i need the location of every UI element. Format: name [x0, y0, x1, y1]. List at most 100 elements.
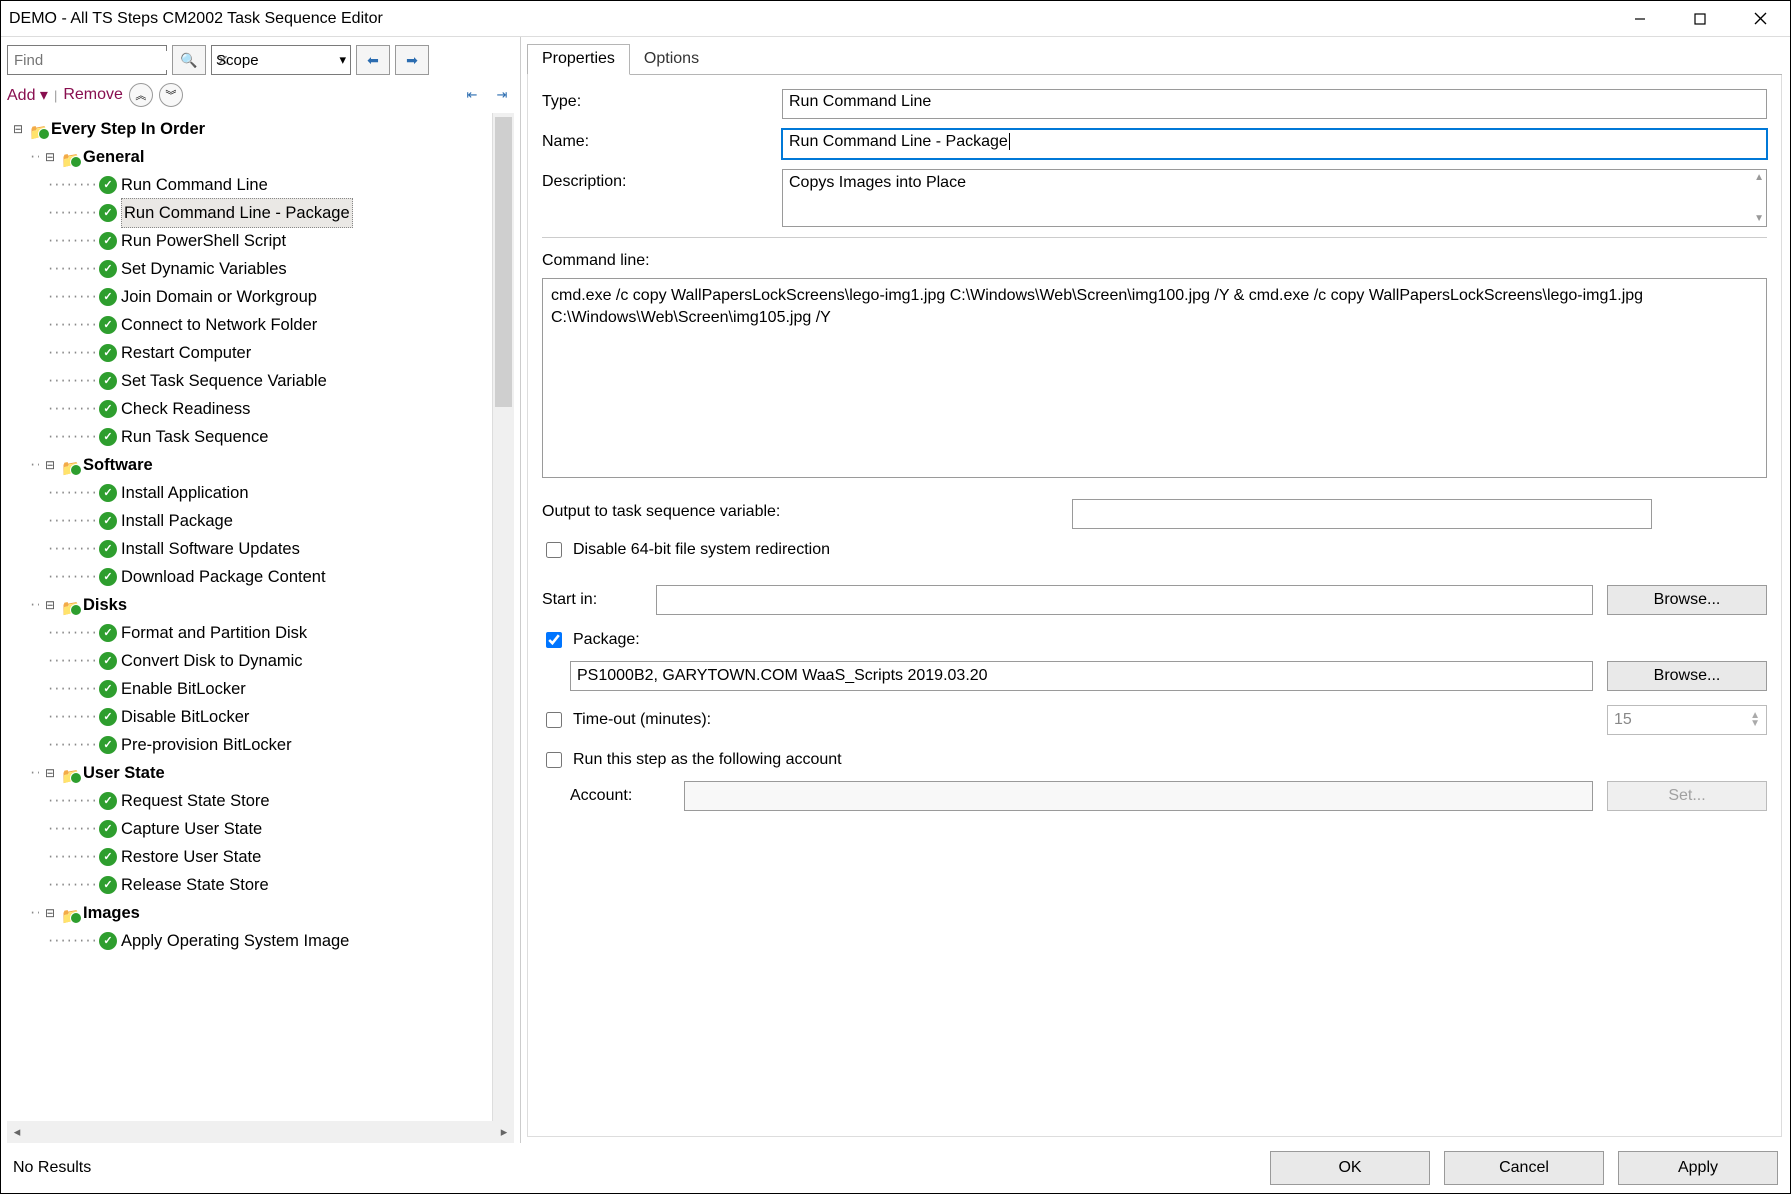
check-icon: ✓ — [99, 232, 117, 250]
output-variable-field[interactable] — [1072, 499, 1652, 529]
tree-group[interactable]: User State — [83, 759, 165, 787]
window-title: DEMO - All TS Steps CM2002 Task Sequence… — [1, 10, 1610, 28]
tree-item[interactable]: Set Task Sequence Variable — [121, 367, 327, 395]
expand-icon[interactable]: ⊟ — [43, 899, 57, 927]
tab-properties[interactable]: Properties — [527, 44, 630, 75]
folder-icon — [61, 457, 79, 473]
runas-checkbox[interactable] — [546, 752, 562, 768]
folder-icon — [29, 121, 47, 137]
scrollbar-thumb[interactable] — [495, 117, 512, 407]
package-browse-button[interactable]: Browse... — [1607, 661, 1767, 691]
scroll-left-icon[interactable]: ◂ — [7, 1124, 27, 1140]
check-icon: ✓ — [99, 792, 117, 810]
left-panel: ✕ 🔍 Scope ▾ ⬅ ➡ Add ▾ | Remove ︽ ︾ ⇤ ⇥ — [1, 37, 521, 1143]
tree-item[interactable]: Run Task Sequence — [121, 423, 268, 451]
scroll-right-icon[interactable]: ▸ — [494, 1124, 514, 1140]
tree-horizontal-scrollbar[interactable]: ◂ ▸ — [7, 1121, 514, 1143]
expand-icon[interactable]: ⊟ — [43, 451, 57, 479]
check-icon: ✓ — [99, 512, 117, 530]
tree-item[interactable]: Convert Disk to Dynamic — [121, 647, 303, 675]
tree-item[interactable]: Check Readiness — [121, 395, 250, 423]
tree-root[interactable]: Every Step In Order — [51, 115, 205, 143]
expand-icon[interactable]: ⊟ — [43, 591, 57, 619]
expand-icon[interactable]: ⊟ — [43, 759, 57, 787]
tree-item[interactable]: Request State Store — [121, 787, 270, 815]
name-field[interactable]: Run Command Line - Package — [782, 129, 1767, 159]
package-label: Package: — [573, 631, 640, 649]
tree-item[interactable]: Restart Computer — [121, 339, 251, 367]
expand-icon[interactable]: ⊟ — [43, 143, 57, 171]
collapse-all-button[interactable]: ︽ — [129, 83, 153, 107]
find-box[interactable]: ✕ — [7, 45, 167, 75]
add-menu[interactable]: Add ▾ — [7, 85, 48, 105]
tree-item[interactable]: Enable BitLocker — [121, 675, 246, 703]
disable-64bit-checkbox[interactable] — [546, 542, 562, 558]
disable-64bit-label: Disable 64-bit file system redirection — [573, 541, 830, 559]
minimize-button[interactable] — [1610, 1, 1670, 37]
step-tree[interactable]: ⊟ Every Step In Order···················… — [7, 113, 492, 1121]
tree-item[interactable]: Format and Partition Disk — [121, 619, 307, 647]
package-checkbox[interactable] — [546, 632, 562, 648]
commandline-label: Command line: — [542, 252, 1767, 270]
tree-item[interactable]: Capture User State — [121, 815, 262, 843]
check-icon: ✓ — [99, 288, 117, 306]
commandline-field[interactable] — [542, 278, 1767, 478]
type-field: Run Command Line — [782, 89, 1767, 119]
tree-item[interactable]: Install Application — [121, 479, 249, 507]
package-field[interactable] — [570, 661, 1593, 691]
tab-options[interactable]: Options — [630, 44, 713, 75]
right-panel: Properties Options Type: Run Command Lin… — [521, 37, 1790, 1143]
expand-icon[interactable]: ⊟ — [11, 115, 25, 143]
search-button[interactable]: 🔍 — [172, 45, 206, 75]
outdent-icon: ⇤ — [467, 87, 478, 103]
check-icon: ✓ — [99, 204, 117, 222]
tree-group[interactable]: Software — [83, 451, 153, 479]
actions-toolbar: Add ▾ | Remove ︽ ︾ ⇤ ⇥ — [7, 83, 514, 107]
scroll-up-icon: ▲ — [1754, 172, 1764, 183]
cancel-button[interactable]: Cancel — [1444, 1151, 1604, 1185]
nav-forward-button[interactable]: ➡ — [395, 45, 429, 75]
tree-item[interactable]: Download Package Content — [121, 563, 326, 591]
text-cursor — [1009, 133, 1010, 150]
tree-item[interactable]: Set Dynamic Variables — [121, 255, 287, 283]
check-icon: ✓ — [99, 400, 117, 418]
tree-item[interactable]: Connect to Network Folder — [121, 311, 317, 339]
expand-all-button[interactable]: ︾ — [159, 83, 183, 107]
close-button[interactable] — [1730, 1, 1790, 37]
footer: No Results OK Cancel Apply — [1, 1143, 1790, 1193]
startin-browse-button[interactable]: Browse... — [1607, 585, 1767, 615]
ok-button[interactable]: OK — [1270, 1151, 1430, 1185]
tree-item[interactable]: Release State Store — [121, 871, 269, 899]
arrow-left-icon: ⬅ — [367, 52, 379, 69]
maximize-button[interactable] — [1670, 1, 1730, 37]
check-icon: ✓ — [99, 680, 117, 698]
timeout-checkbox[interactable] — [546, 712, 562, 728]
tree-group[interactable]: General — [83, 143, 144, 171]
apply-button[interactable]: Apply — [1618, 1151, 1778, 1185]
tree-item[interactable]: Pre-provision BitLocker — [121, 731, 292, 759]
runas-label: Run this step as the following account — [573, 751, 842, 769]
tree-item[interactable]: Run Command Line - Package — [121, 198, 353, 228]
tree-item[interactable]: Run Command Line — [121, 171, 268, 199]
check-icon: ✓ — [99, 428, 117, 446]
startin-field[interactable] — [656, 585, 1593, 615]
folder-icon — [61, 149, 79, 165]
tree-group[interactable]: Images — [83, 899, 140, 927]
indent-button[interactable]: ⇥ — [490, 83, 514, 107]
tree-item[interactable]: Apply Operating System Image — [121, 927, 349, 955]
folder-icon — [61, 597, 79, 613]
scope-dropdown[interactable]: Scope ▾ — [211, 45, 351, 75]
nav-back-button[interactable]: ⬅ — [356, 45, 390, 75]
remove-button[interactable]: Remove — [63, 86, 123, 104]
tree-item[interactable]: Join Domain or Workgroup — [121, 283, 317, 311]
tree-item[interactable]: Install Software Updates — [121, 535, 300, 563]
description-field[interactable]: Copys Images into Place ▲ ▼ — [782, 169, 1767, 227]
tree-item[interactable]: Restore User State — [121, 843, 261, 871]
tree-item[interactable]: Disable BitLocker — [121, 703, 249, 731]
tree-group[interactable]: Disks — [83, 591, 127, 619]
outdent-button[interactable]: ⇤ — [460, 83, 484, 107]
divider — [542, 237, 1767, 238]
tree-item[interactable]: Install Package — [121, 507, 233, 535]
tree-item[interactable]: Run PowerShell Script — [121, 227, 286, 255]
tree-vertical-scrollbar[interactable] — [492, 113, 514, 1121]
